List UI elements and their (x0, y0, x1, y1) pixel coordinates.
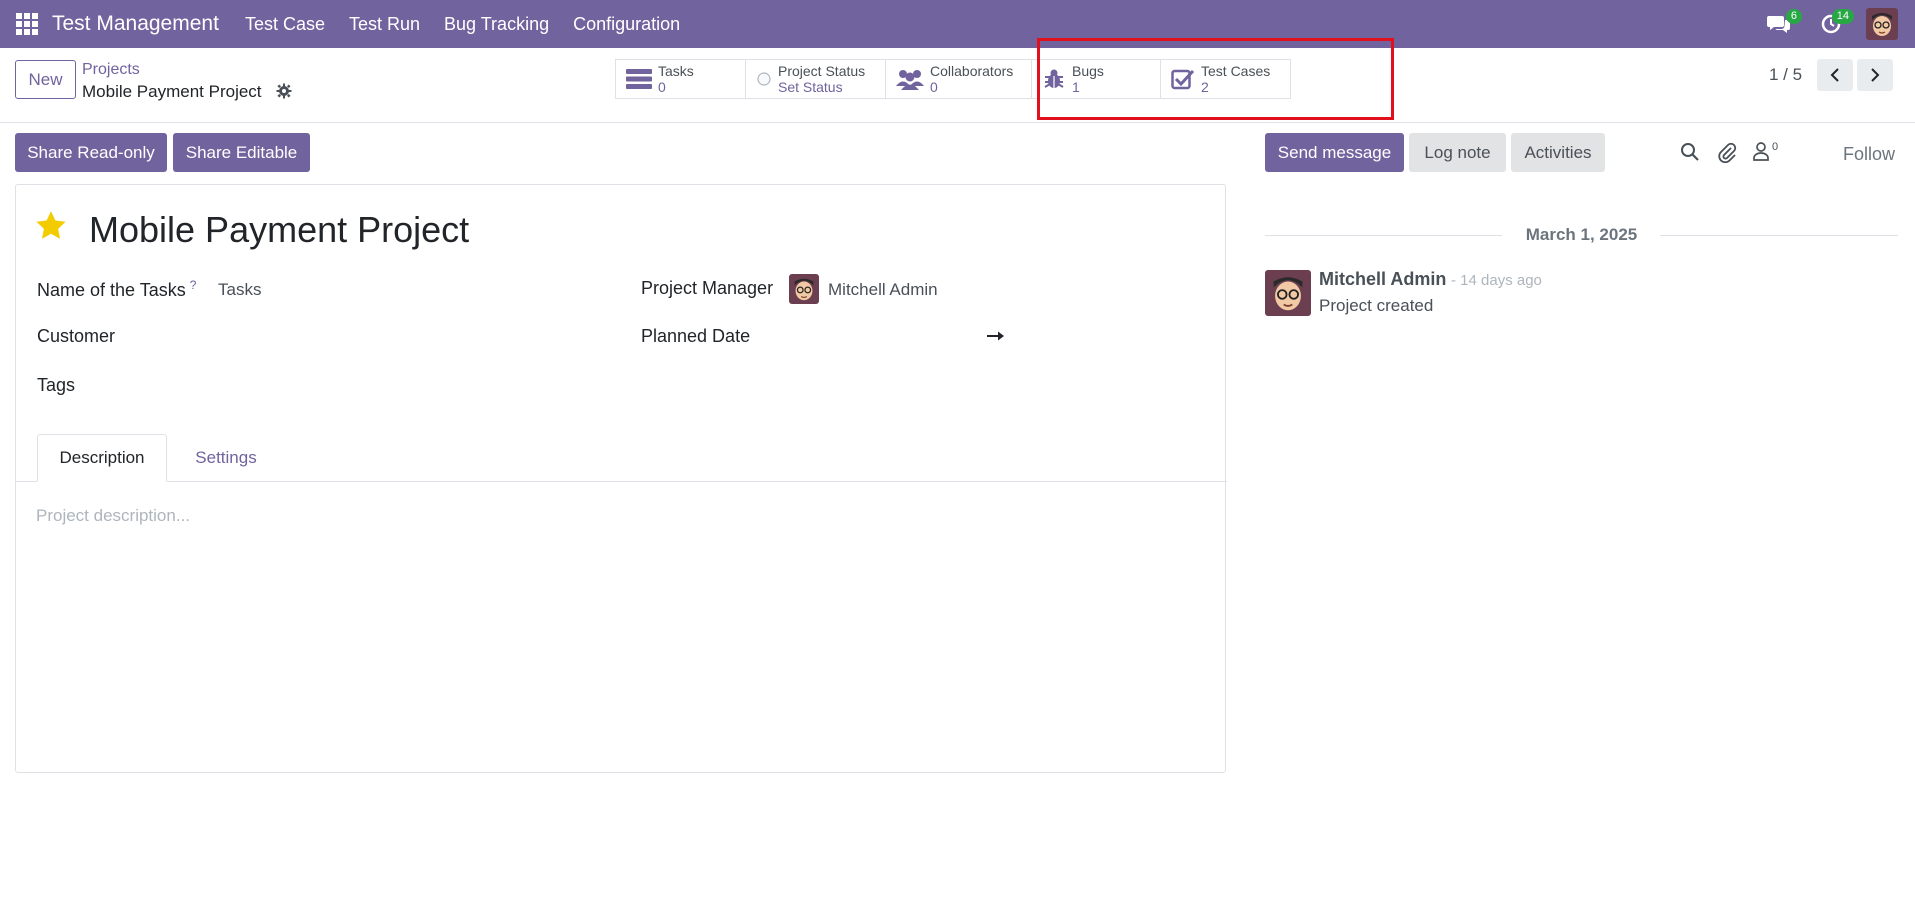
pager-previous-button[interactable] (1817, 59, 1853, 91)
tags-field[interactable] (218, 373, 598, 399)
control-panel: New Projects Mobile Payment Project Task… (0, 48, 1915, 123)
smart-button-collaborators[interactable]: Collaborators 0 (885, 59, 1032, 99)
pager-next-button[interactable] (1857, 59, 1893, 91)
share-editable-button[interactable]: Share Editable (173, 133, 310, 172)
collaborators-count: 0 (930, 79, 938, 95)
favorite-star-icon[interactable] (34, 209, 68, 243)
activities-button-chatter[interactable]: Activities (1511, 133, 1605, 172)
date-label: March 1, 2025 (1525, 225, 1638, 244)
follow-button[interactable]: Follow (1843, 144, 1895, 165)
followers-button[interactable]: 0 (1752, 141, 1778, 161)
project-manager-label: Project Manager (641, 278, 774, 298)
name-of-tasks-field[interactable]: Tasks (218, 280, 261, 300)
menu-bug-tracking[interactable]: Bug Tracking (432, 14, 561, 35)
app-brand[interactable]: Test Management (52, 12, 219, 36)
tasks-label: Tasks (658, 63, 694, 79)
users-icon (896, 70, 924, 90)
message-time: - 14 days ago (1451, 272, 1542, 289)
description-editor[interactable]: Project description... (36, 506, 190, 526)
form-sheet: Mobile Payment Project Name of the Tasks… (15, 184, 1227, 773)
activities-button[interactable]: 14 (1814, 7, 1854, 41)
planned-date-label: Planned Date (641, 326, 751, 346)
customer-field[interactable] (218, 324, 598, 350)
user-avatar[interactable] (1866, 8, 1898, 40)
tab-settings[interactable]: Settings (174, 434, 278, 482)
message-body: Project created (1319, 296, 1434, 315)
main-menu: Test Case Test Run Bug Tracking Configur… (233, 14, 692, 35)
message-author[interactable]: Mitchell Admin (1319, 269, 1446, 290)
planned-date-end-field[interactable] (1016, 324, 1196, 350)
project-title[interactable]: Mobile Payment Project (89, 209, 469, 251)
pager-value[interactable]: 1 / 5 (1769, 65, 1802, 85)
tags-label: Tags (37, 375, 76, 395)
chevron-left-icon (1830, 68, 1839, 82)
smart-button-project-status[interactable]: Project Status Set Status (745, 59, 886, 99)
breadcrumb-current: Mobile Payment Project (82, 82, 262, 101)
tasks-count: 0 (658, 79, 666, 95)
status-dot-icon (757, 72, 771, 86)
project-status-value: Set Status (778, 79, 843, 95)
message-author-avatar[interactable] (1265, 270, 1311, 316)
customer-label: Customer (37, 326, 116, 346)
arrow-right-icon (987, 331, 1004, 341)
share-readonly-button[interactable]: Share Read-only (15, 133, 167, 172)
date-separator: March 1, 2025 (1265, 225, 1898, 245)
new-button[interactable]: New (15, 60, 76, 99)
project-manager-field[interactable]: Mitchell Admin (828, 280, 938, 300)
help-tooltip-icon[interactable]: ? (190, 278, 197, 292)
breadcrumb-projects[interactable]: Projects (82, 61, 140, 79)
top-navbar: Test Management Test Case Test Run Bug T… (0, 0, 1915, 48)
menu-configuration[interactable]: Configuration (561, 14, 692, 35)
smart-button-tasks[interactable]: Tasks 0 (615, 59, 746, 99)
apps-menu-icon[interactable] (16, 13, 38, 35)
highlight-annotation (1037, 38, 1394, 120)
activities-badge: 14 (1831, 9, 1854, 24)
avatar (789, 274, 819, 304)
messages-button[interactable]: 6 (1762, 7, 1802, 41)
user-icon (1753, 142, 1769, 161)
chevron-right-icon (1871, 68, 1880, 82)
tab-description[interactable]: Description (37, 434, 167, 482)
messages-badge: 6 (1785, 9, 1802, 24)
tasks-icon (626, 69, 652, 89)
search-icon[interactable] (1680, 142, 1700, 162)
collaborators-label: Collaborators (930, 63, 1014, 79)
project-status-label: Project Status (778, 63, 866, 79)
paperclip-icon[interactable] (1717, 142, 1737, 164)
menu-test-run[interactable]: Test Run (337, 14, 432, 35)
gear-icon[interactable] (276, 83, 292, 99)
planned-date-start-field[interactable] (794, 324, 974, 350)
systray: 6 14 (1762, 0, 1915, 48)
name-of-tasks-label: Name of the Tasks? (37, 278, 197, 300)
followers-count: 0 (1772, 141, 1779, 153)
menu-test-case[interactable]: Test Case (233, 14, 337, 35)
log-note-button[interactable]: Log note (1409, 133, 1506, 172)
send-message-button[interactable]: Send message (1265, 133, 1404, 172)
